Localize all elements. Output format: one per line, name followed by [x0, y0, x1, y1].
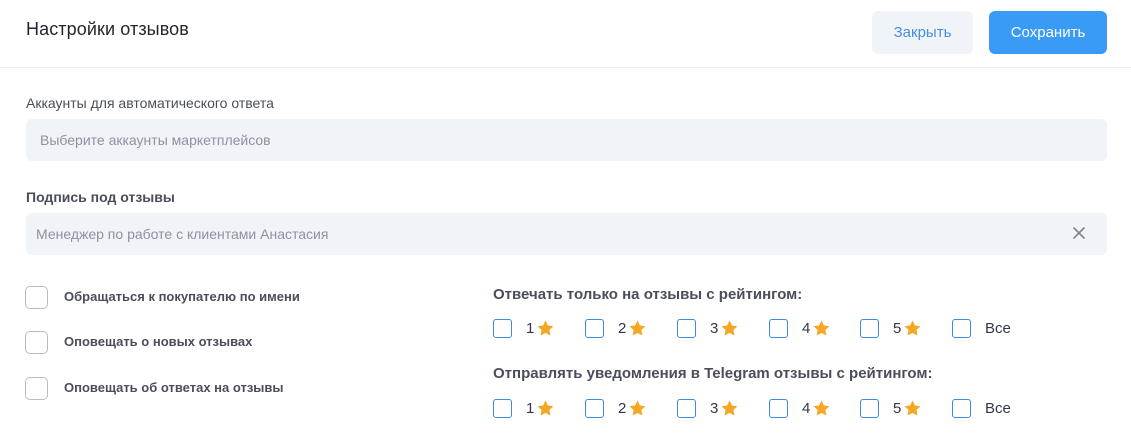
checkbox[interactable] [677, 398, 696, 418]
rating-value: 4 [802, 319, 811, 337]
star-icon [813, 319, 830, 336]
telegram-rating-option-3[interactable]: 3 [677, 397, 739, 419]
telegram-rating-option-all[interactable]: Все [952, 397, 1011, 419]
option-label: Обращаться к покупателю по имени [64, 289, 300, 304]
checkbox[interactable] [769, 398, 788, 418]
checkbox[interactable] [493, 318, 512, 338]
star-icon [629, 399, 646, 416]
rating-value: 2 [618, 319, 627, 337]
accounts-select[interactable] [26, 119, 1107, 161]
telegram-rating-option-2[interactable]: 2 [585, 397, 647, 419]
rating-value: 2 [618, 399, 627, 417]
signature-field[interactable] [26, 213, 1107, 255]
checkbox[interactable] [860, 318, 879, 338]
accounts-input[interactable] [40, 132, 1020, 148]
star-icon [904, 399, 921, 416]
star-icon [537, 399, 554, 416]
option-notify-replies[interactable]: Оповещать об ответах на отзывы [25, 376, 284, 400]
rating-value: 4 [802, 399, 811, 417]
reply-rating-group: 1 2 3 4 5 Все [493, 317, 1053, 339]
checkbox[interactable] [25, 330, 48, 354]
star-icon [537, 319, 554, 336]
rating-value: 1 [526, 399, 535, 417]
rating-option-3[interactable]: 3 [677, 317, 739, 339]
checkbox[interactable] [952, 318, 971, 338]
rating-value: 3 [710, 319, 719, 337]
option-notify-new-reviews[interactable]: Оповещать о новых отзывах [25, 330, 252, 354]
header-bar: Настройки отзывов Закрыть Сохранить [0, 0, 1131, 68]
close-icon[interactable] [1071, 225, 1087, 241]
telegram-rating-option-1[interactable]: 1 [493, 397, 555, 419]
rating-option-4[interactable]: 4 [769, 317, 831, 339]
star-icon [813, 399, 830, 416]
option-label: Оповещать о новых отзывах [64, 334, 253, 349]
checkbox[interactable] [860, 398, 879, 418]
rating-option-all[interactable]: Все [952, 317, 1011, 339]
page-title: Настройки отзывов [26, 19, 189, 39]
close-button[interactable]: Закрыть [872, 11, 973, 54]
checkbox[interactable] [952, 398, 971, 418]
signature-input[interactable] [36, 226, 1016, 242]
star-icon [721, 399, 738, 416]
telegram-rating-title: Отправлять уведомления в Telegram отзывы… [493, 365, 933, 382]
star-icon [904, 319, 921, 336]
save-button[interactable]: Сохранить [989, 11, 1107, 54]
checkbox[interactable] [585, 398, 604, 418]
reply-rating-title: Отвечать только на отзывы с рейтингом: [493, 286, 803, 303]
checkbox[interactable] [677, 318, 696, 338]
rating-all-label: Все [985, 399, 1011, 417]
option-label: Оповещать об ответах на отзывы [64, 380, 284, 395]
star-icon [721, 319, 738, 336]
rating-option-1[interactable]: 1 [493, 317, 555, 339]
rating-value: 3 [710, 399, 719, 417]
rating-all-label: Все [985, 319, 1011, 337]
telegram-rating-option-4[interactable]: 4 [769, 397, 831, 419]
checkbox[interactable] [25, 285, 48, 309]
signature-label: Подпись под отзывы [26, 189, 175, 205]
rating-value: 5 [893, 319, 902, 337]
option-address-by-name[interactable]: Обращаться к покупателю по имени [25, 285, 300, 309]
checkbox[interactable] [585, 318, 604, 338]
telegram-rating-option-5[interactable]: 5 [860, 397, 922, 419]
rating-option-5[interactable]: 5 [860, 317, 922, 339]
rating-value: 1 [526, 319, 535, 337]
telegram-rating-group: 1 2 3 4 5 Все [493, 397, 1053, 419]
checkbox[interactable] [769, 318, 788, 338]
accounts-label: Аккаунты для автоматического ответа [26, 95, 274, 111]
star-icon [629, 319, 646, 336]
rating-option-2[interactable]: 2 [585, 317, 647, 339]
checkbox[interactable] [25, 376, 48, 400]
checkbox[interactable] [493, 398, 512, 418]
rating-value: 5 [893, 399, 902, 417]
